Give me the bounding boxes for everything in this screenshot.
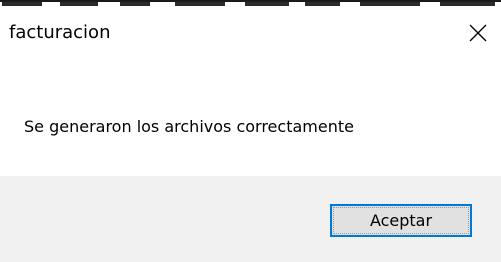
ok-button[interactable]: Aceptar: [330, 204, 472, 237]
dialog-message: Se generaron los archivos correctamente: [24, 117, 354, 136]
message-dialog: facturacion Se generaron los archivos co…: [0, 0, 501, 262]
title-bar[interactable]: facturacion: [0, 10, 501, 56]
close-icon: [469, 24, 487, 42]
close-button[interactable]: [455, 10, 501, 56]
message-area: Se generaron los archivos correctamente: [0, 56, 501, 176]
dialog-title: facturacion: [9, 22, 111, 43]
ok-button-label: Aceptar: [369, 210, 433, 230]
button-bar: Aceptar: [0, 176, 501, 262]
background-window-edge: [0, 0, 501, 6]
